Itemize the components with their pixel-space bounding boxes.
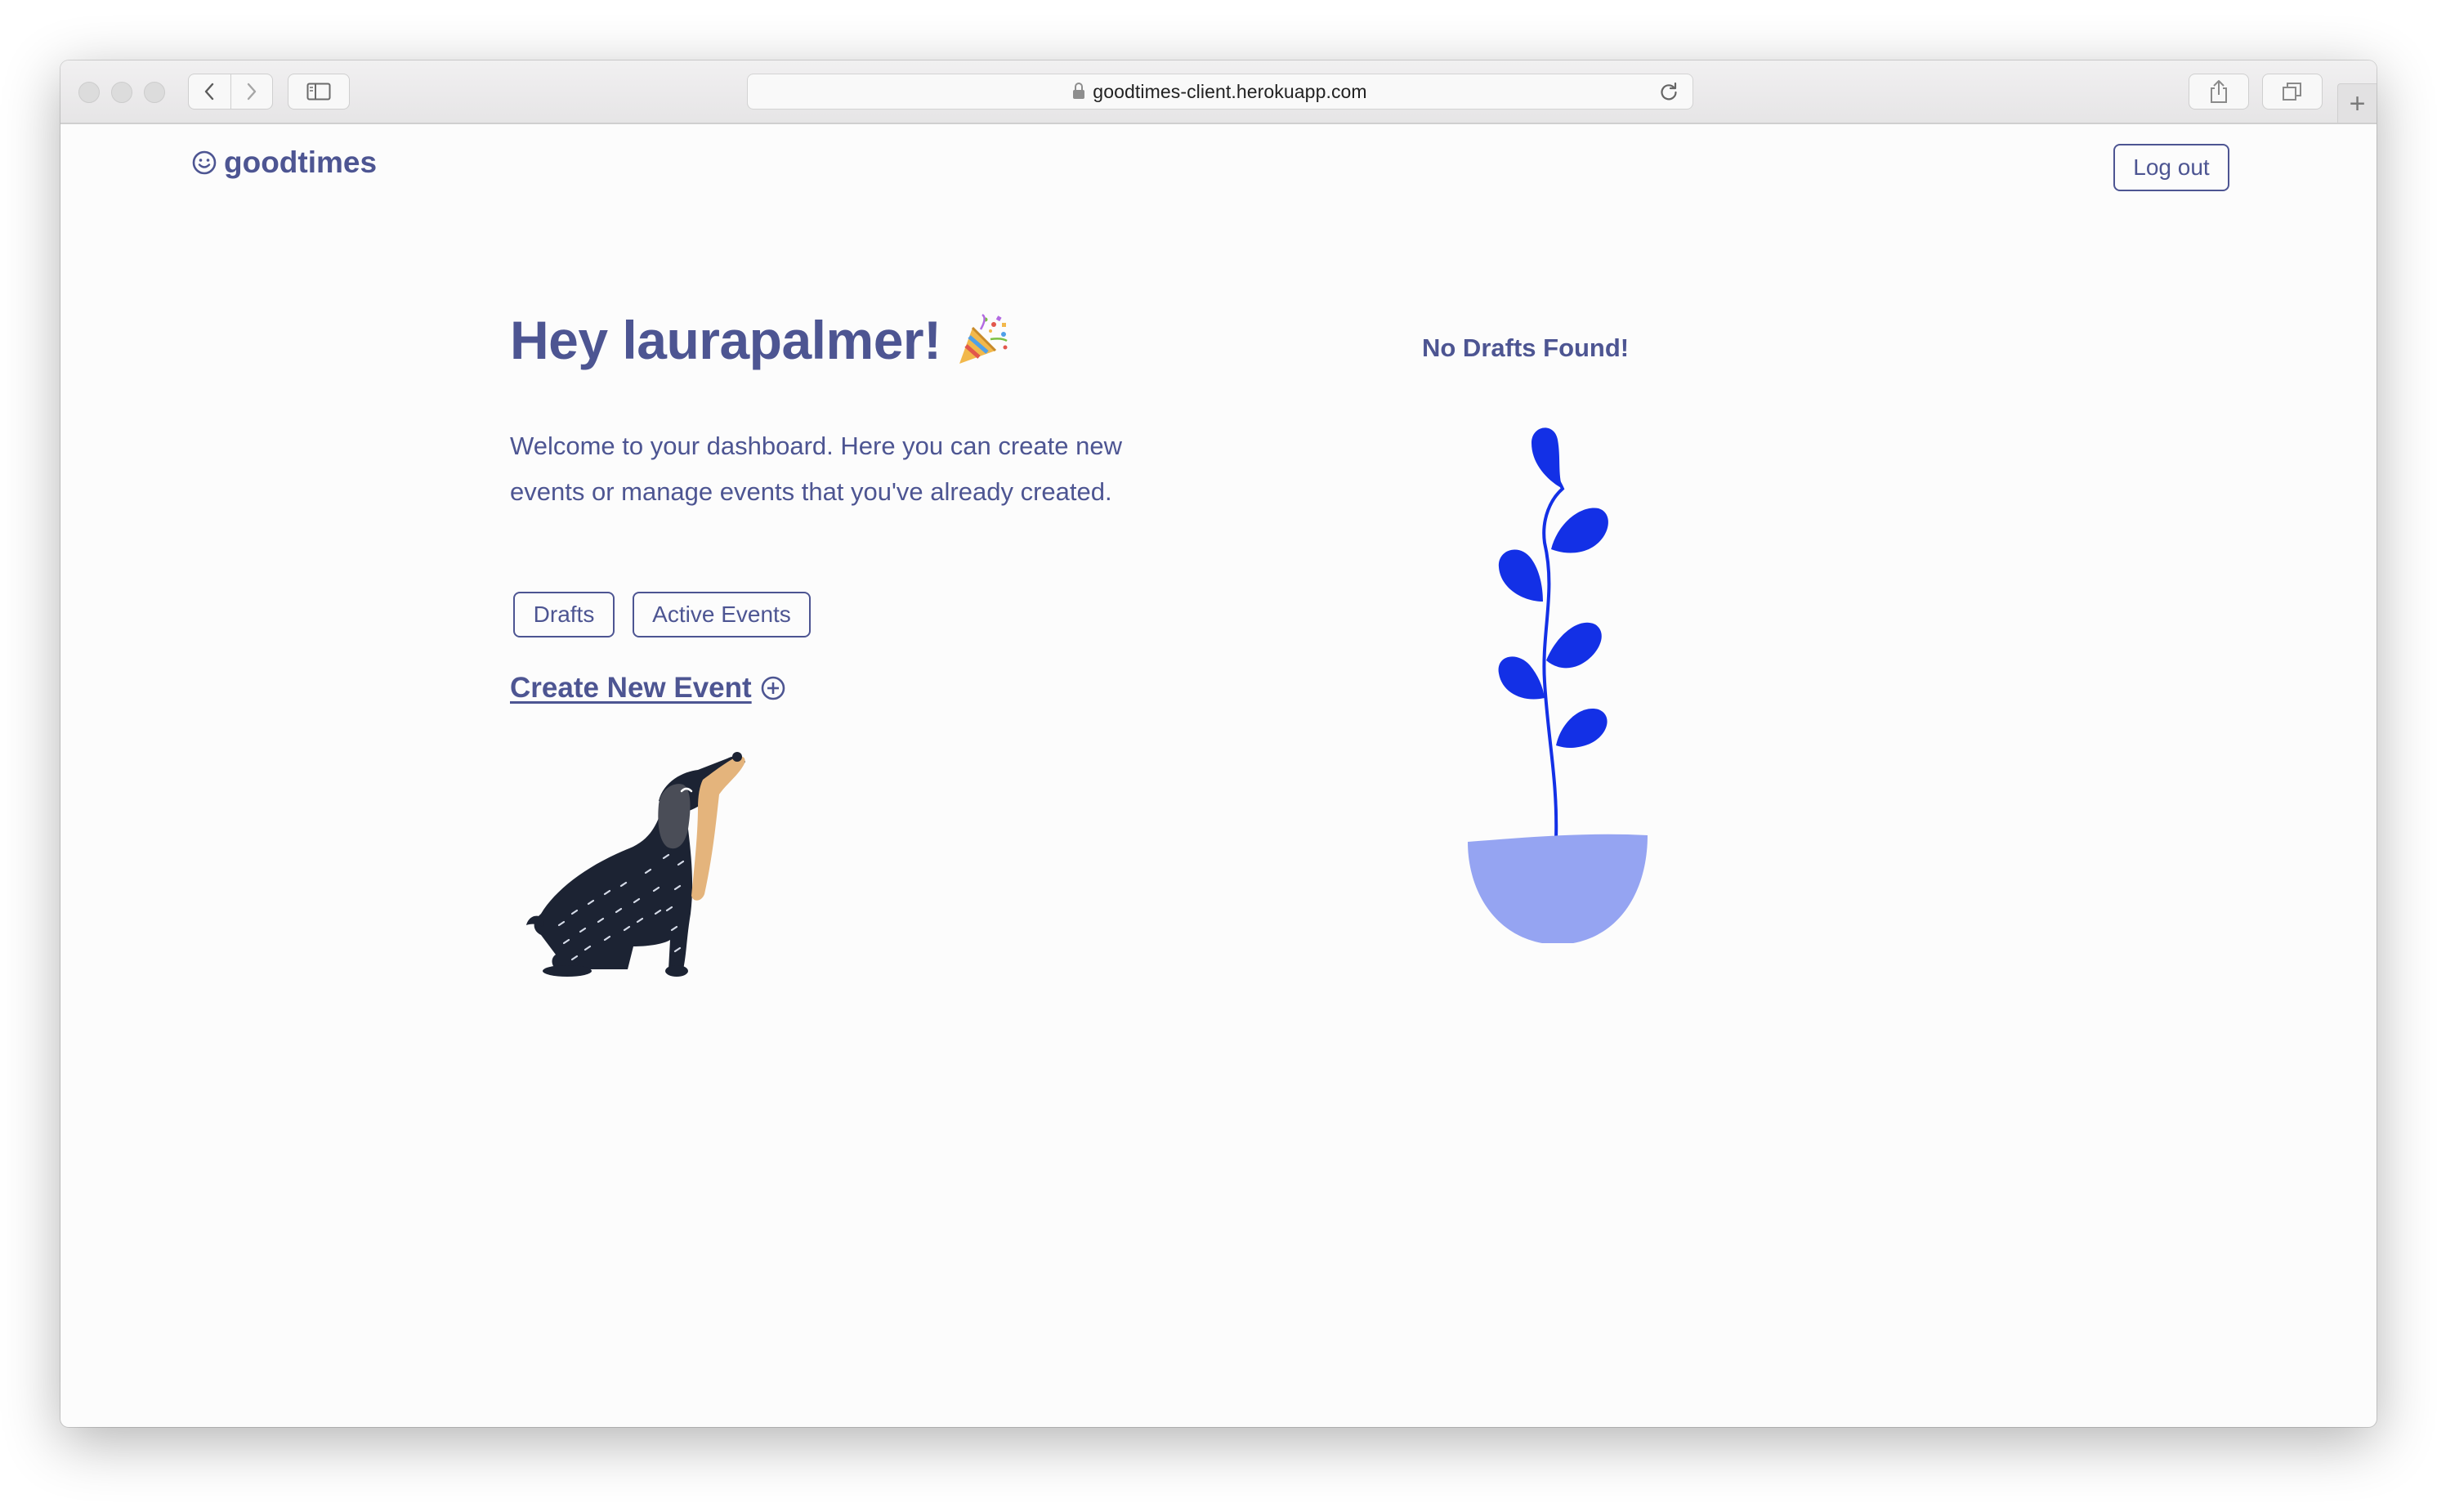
window-minimize-button[interactable] bbox=[111, 82, 132, 103]
page-content: goodtimes Log out Hey laurapalmer! Welco… bbox=[60, 124, 2377, 1427]
logo-text: goodtimes bbox=[224, 145, 378, 179]
show-tabs-button[interactable] bbox=[2262, 74, 2323, 110]
chevron-left-icon bbox=[205, 83, 214, 101]
window-close-button[interactable] bbox=[78, 82, 100, 103]
potted-plant-illustration bbox=[1468, 427, 1648, 943]
logout-button[interactable]: Log out bbox=[2113, 144, 2229, 191]
create-new-event-link[interactable]: Create New Event bbox=[510, 672, 786, 705]
welcome-text: Welcome to your dashboard. Here you can … bbox=[510, 432, 1122, 506]
browser-toolbar: goodtimes-client.herokuapp.com + bbox=[60, 60, 2377, 124]
greeting-text: Hey laurapalmer! bbox=[510, 310, 941, 370]
sidebar-toggle-button[interactable] bbox=[288, 74, 350, 110]
share-icon bbox=[2211, 80, 2227, 103]
plus-circle-icon bbox=[761, 676, 785, 700]
no-drafts-message: No Drafts Found! bbox=[1422, 333, 1630, 362]
address-bar[interactable]: goodtimes-client.herokuapp.com bbox=[747, 74, 1693, 110]
page-title: Hey laurapalmer! bbox=[510, 309, 1012, 371]
site-logo[interactable]: goodtimes bbox=[191, 145, 377, 180]
back-button[interactable] bbox=[189, 74, 231, 109]
party-popper-icon bbox=[959, 313, 1008, 364]
plus-icon: + bbox=[2349, 87, 2366, 119]
new-tab-button[interactable]: + bbox=[2337, 83, 2377, 123]
reload-icon[interactable] bbox=[1658, 82, 1679, 103]
drafts-button[interactable]: Drafts bbox=[513, 592, 615, 637]
forward-button[interactable] bbox=[231, 74, 273, 109]
browser-window: goodtimes-client.herokuapp.com + goodtim… bbox=[60, 60, 2377, 1427]
url-text: goodtimes-client.herokuapp.com bbox=[1093, 80, 1367, 102]
sidebar-icon bbox=[306, 83, 331, 101]
chevron-right-icon bbox=[247, 83, 256, 101]
create-new-event-label: Create New Event bbox=[510, 672, 752, 704]
lock-icon bbox=[1073, 82, 1085, 99]
share-button[interactable] bbox=[2189, 74, 2249, 110]
active-events-button[interactable]: Active Events bbox=[633, 592, 811, 637]
smiley-icon bbox=[192, 150, 217, 175]
tabs-icon bbox=[2283, 83, 2301, 101]
howling-dog-illustration bbox=[526, 752, 745, 977]
navigation-buttons bbox=[188, 74, 273, 110]
window-zoom-button[interactable] bbox=[144, 82, 165, 103]
